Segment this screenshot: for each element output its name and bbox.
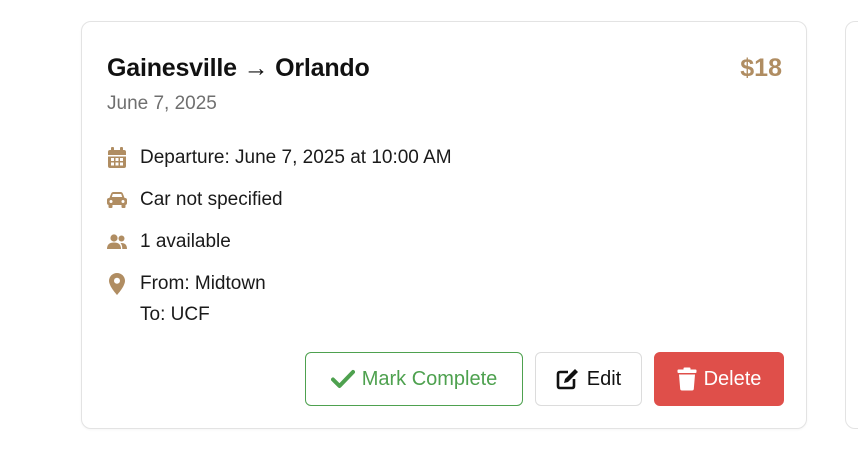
seats-text: 1 available bbox=[140, 231, 231, 252]
trash-icon bbox=[677, 367, 697, 391]
ride-price: $18 bbox=[740, 54, 782, 82]
edit-icon bbox=[556, 368, 580, 390]
car-text: Car not specified bbox=[140, 189, 283, 210]
to-text: To: UCF bbox=[140, 304, 210, 325]
car-icon bbox=[106, 189, 128, 211]
mark-complete-label: Mark Complete bbox=[361, 367, 498, 390]
seats-row: 1 available bbox=[106, 231, 231, 253]
departure-row: Departure: June 7, 2025 at 10:00 AM bbox=[106, 147, 452, 169]
next-ride-card bbox=[845, 21, 858, 429]
mark-complete-button[interactable]: Mark Complete bbox=[305, 352, 523, 406]
edit-button[interactable]: Edit bbox=[535, 352, 642, 406]
users-icon bbox=[106, 231, 128, 253]
delete-button[interactable]: Delete bbox=[654, 352, 784, 406]
location-text: From: Midtown To: UCF bbox=[140, 268, 266, 330]
calendar-icon bbox=[106, 147, 128, 169]
location-row: From: Midtown To: UCF bbox=[106, 273, 266, 330]
car-row: Car not specified bbox=[106, 189, 283, 211]
ride-card: Gainesville → Orlando $18 June 7, 2025 D… bbox=[81, 21, 807, 429]
from-text: From: Midtown bbox=[140, 273, 266, 294]
departure-text: Departure: June 7, 2025 at 10:00 AM bbox=[140, 147, 452, 168]
delete-label: Delete bbox=[703, 367, 762, 390]
ride-title: Gainesville → Orlando bbox=[107, 54, 370, 82]
check-icon bbox=[330, 369, 355, 389]
map-pin-icon bbox=[106, 273, 128, 295]
viewport: Gainesville → Orlando $18 June 7, 2025 D… bbox=[0, 0, 858, 460]
edit-label: Edit bbox=[586, 367, 622, 390]
ride-date: June 7, 2025 bbox=[107, 93, 217, 114]
